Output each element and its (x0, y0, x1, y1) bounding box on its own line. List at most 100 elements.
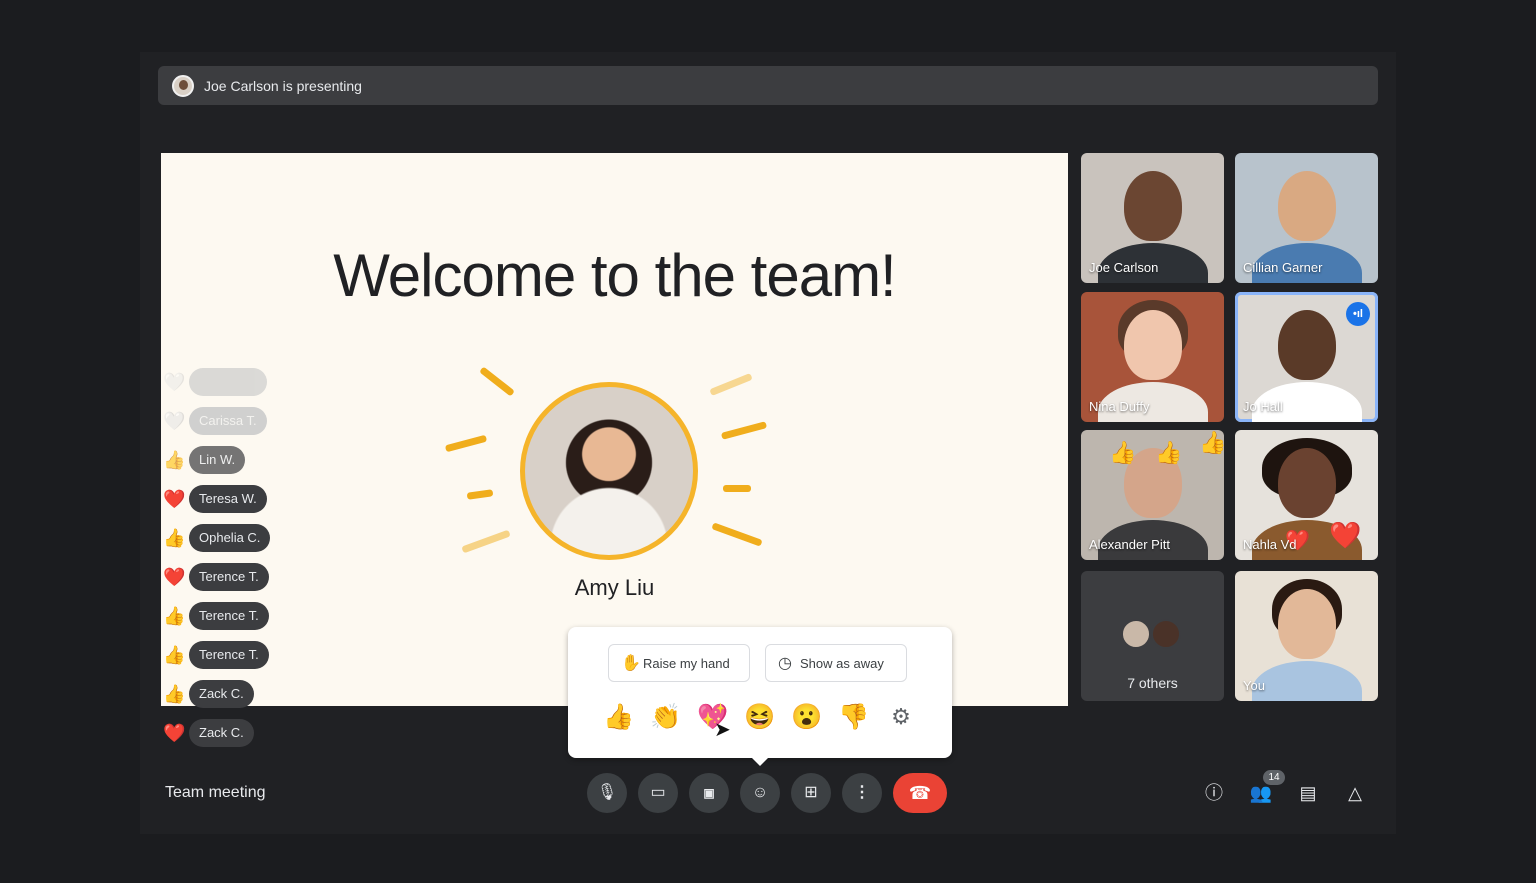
presenting-text: Joe Carlson is presenting (204, 77, 362, 94)
reaction-name: Terence T. (189, 641, 269, 669)
reaction-row: 🤍 Carissa T. (163, 407, 267, 435)
presenter-avatar (172, 74, 194, 97)
reaction-name: Ophelia C. (189, 524, 271, 552)
participant-name: Joe Carlson (1089, 260, 1159, 275)
show-away-button[interactable]: ◷ Show as away (765, 644, 907, 682)
thumbs-up-icon: 👍 (163, 527, 186, 548)
thumbs-up-icon: 👍 (163, 644, 186, 665)
thumbs-up-icon: 👍 (1109, 440, 1137, 465)
mic-icon: 🎙 (596, 784, 618, 801)
participant-tile-joe[interactable]: Joe Carlson (1081, 153, 1224, 283)
phone-icon: ☎ (908, 783, 932, 803)
raise-hand-button[interactable]: ✋ Raise my hand (608, 644, 750, 682)
present-icon: ⊞ (804, 784, 818, 801)
participant-tile-you[interactable]: You (1235, 571, 1378, 701)
participant-body (1251, 661, 1362, 701)
confetti-dash (709, 373, 753, 396)
meeting-title: Team meeting (165, 784, 266, 801)
participant-tile-others[interactable]: 7 others (1081, 571, 1224, 701)
activities-icon: △ (1348, 783, 1362, 803)
confetti-dash (466, 489, 494, 500)
captions-icon: ▣ (703, 786, 715, 800)
clock-icon: ◷ (778, 655, 792, 672)
activities-button[interactable]: △ (1342, 780, 1368, 806)
presented-slide: Welcome to the team! Amy Liu (161, 153, 1068, 706)
end-call-button[interactable]: ☎ (893, 773, 947, 813)
info-icon: ⓘ (1205, 783, 1223, 803)
laugh-icon[interactable]: 😆 (743, 700, 777, 734)
reaction-row: ❤️ Teresa W. (163, 485, 267, 513)
participant-face (1123, 171, 1182, 241)
surprised-icon[interactable]: 😮 (790, 700, 824, 734)
heart-icon: ❤️ (1329, 520, 1362, 550)
reaction-name: Terence T. (189, 602, 269, 630)
avatar (1121, 619, 1151, 649)
reactions-button[interactable]: ☺ (740, 773, 780, 813)
thumbs-up-icon: 👍 (163, 449, 186, 470)
participant-tile-cillian[interactable]: Cillian Garner (1235, 153, 1378, 283)
reaction-name: Teresa W. (189, 485, 267, 513)
participant-tile-nina[interactable]: Nina Duffy (1081, 292, 1224, 422)
reactions-popup: ✋ Raise my hand ◷ Show as away 👍 👏 💖 😆 😮… (568, 627, 952, 766)
speaking-indicator-icon: •ıl (1346, 302, 1370, 326)
participant-face (1277, 171, 1336, 241)
participant-face (1277, 310, 1336, 380)
reaction-name: Lin W. (189, 446, 246, 474)
confetti-dash (461, 529, 511, 554)
reaction-row: 👍 Zack C. (163, 680, 254, 708)
reaction-row: 👍 Terence T. (163, 641, 269, 669)
thumbs-up-icon[interactable]: 👍 (602, 700, 636, 734)
chat-button[interactable]: ▤ (1295, 780, 1321, 806)
meeting-details-button[interactable]: ⓘ (1201, 780, 1227, 806)
reaction-name: Carissa T. (189, 407, 267, 435)
confetti-dash (720, 421, 768, 440)
heart-icon: ❤️ (163, 566, 186, 587)
reaction-row: ❤️ Zack C. (163, 719, 254, 747)
camera-button[interactable]: ▭ (638, 773, 678, 813)
chat-icon: ▤ (1299, 783, 1317, 803)
participant-tile-alexander[interactable]: 👍 👍 👍 Alexander Pitt (1081, 430, 1224, 560)
participant-tile-jo[interactable]: •ıl Jo Hall (1235, 292, 1378, 422)
heart-icon: ❤️ (163, 722, 186, 743)
thumbs-down-icon[interactable]: 👎 (837, 700, 871, 734)
more-icon: ⋮ (854, 784, 870, 801)
reaction-name: Terence T. (189, 563, 269, 591)
reactions-icon: ☺ (751, 784, 769, 801)
captions-button[interactable]: ▣ (689, 773, 729, 813)
participant-tile-nahla[interactable]: ❤️ ❤️ Nahla Vd (1235, 430, 1378, 560)
heart-icon: 🤍 (163, 371, 186, 392)
participant-face (1277, 448, 1336, 518)
slide-title: Welcome to the team! (333, 242, 896, 309)
reaction-name: Zack C. (189, 719, 254, 747)
clap-icon[interactable]: 👏 (649, 700, 683, 734)
others-count: 7 others (1127, 675, 1178, 691)
more-options-button[interactable]: ⋮ (842, 773, 882, 813)
cursor-icon: ➤ (714, 719, 731, 741)
participant-name: Alexander Pitt (1089, 537, 1170, 552)
mic-button[interactable]: 🎙 (587, 773, 627, 813)
thumbs-up-icon: 👍 (1199, 430, 1224, 455)
reaction-row: 👍 Terence T. (163, 602, 269, 630)
confetti-dash (444, 434, 488, 453)
present-button[interactable]: ⊞ (791, 773, 831, 813)
thumbs-up-icon: 👍 (163, 605, 186, 626)
heart-icon: ❤️ (163, 488, 186, 509)
amy-liu-photo (520, 382, 698, 560)
gear-icon[interactable]: ⚙ (884, 700, 918, 734)
reaction-row: ❤️ Terence T. (163, 563, 269, 591)
heart-icon: 🤍 (163, 410, 186, 431)
thumbs-up-icon: 👍 (1155, 440, 1183, 465)
reaction-row: 👍 Ophelia C. (163, 524, 271, 552)
participant-name: Nina Duffy (1089, 399, 1150, 414)
reaction-name: Zack C. (189, 680, 254, 708)
slide-person-name: Amy Liu (574, 575, 655, 600)
participant-name: Jo Hall (1243, 399, 1283, 414)
participants-count-badge: 14 (1263, 770, 1285, 785)
participant-name: Nahla Vd (1243, 537, 1297, 552)
participant-face (1277, 589, 1336, 659)
show-away-label: Show as away (800, 655, 884, 671)
thumbs-up-icon: 👍 (163, 683, 186, 704)
participant-name: Cillian Garner (1243, 260, 1323, 275)
stage: Joe Carlson is presenting Welcome to the… (0, 0, 1536, 883)
participant-name: You (1243, 678, 1265, 693)
